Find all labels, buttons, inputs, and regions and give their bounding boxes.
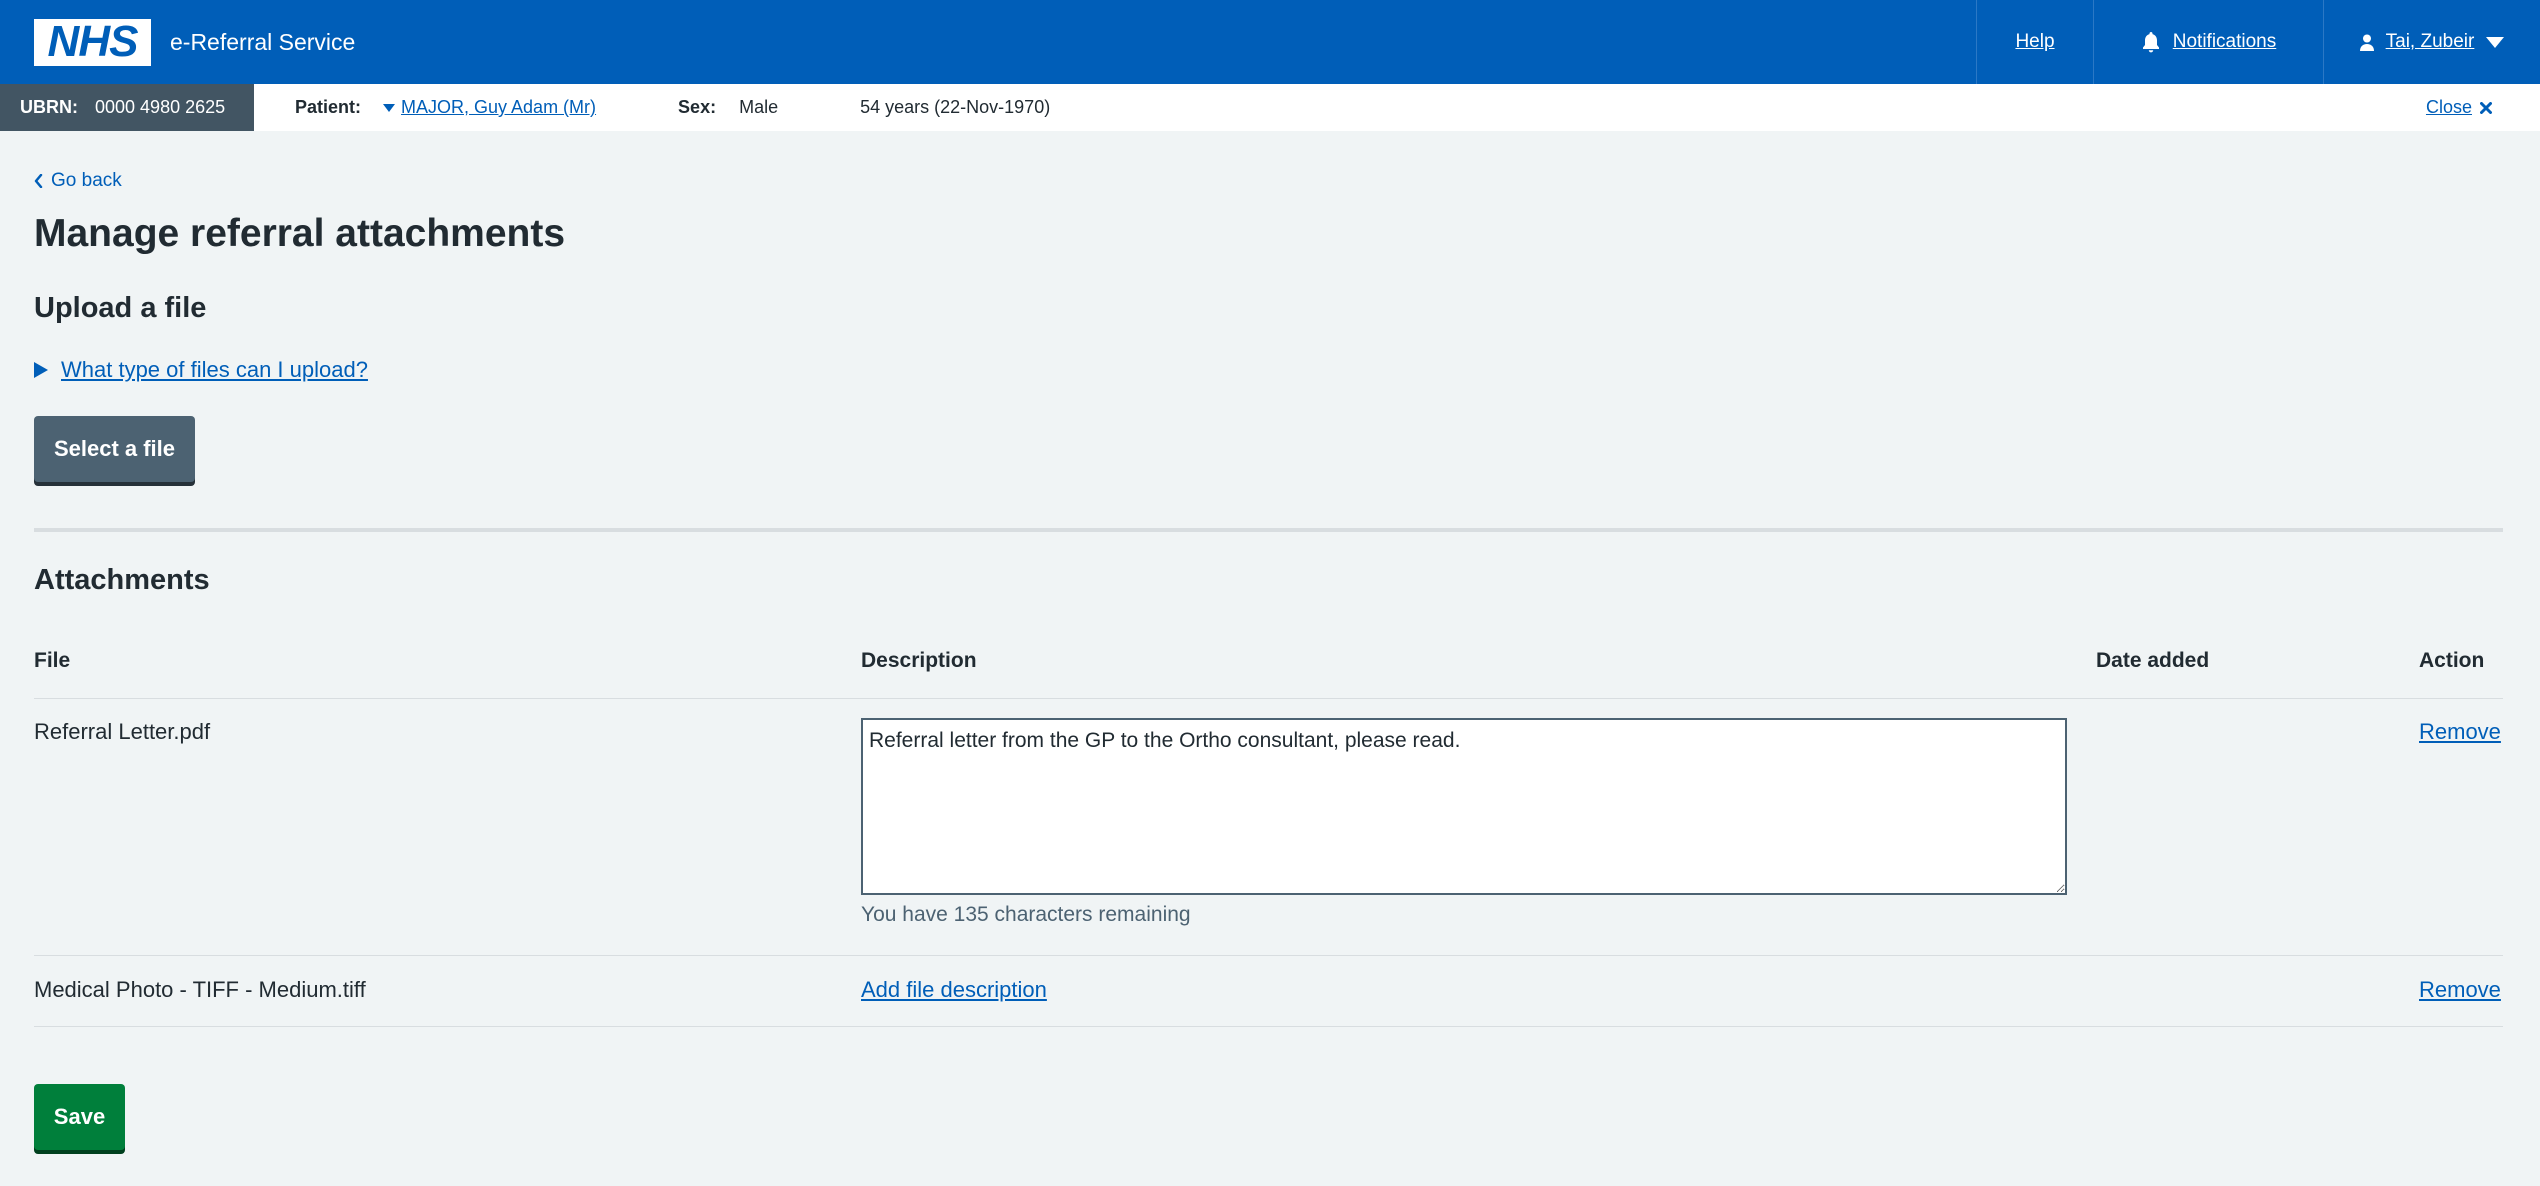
column-header-date-added: Date added <box>2096 649 2210 672</box>
bell-icon <box>2142 32 2159 53</box>
patient-banner: UBRN: 0000 4980 2625 Patient: MAJOR, Guy… <box>0 84 2540 131</box>
page-title: Manage referral attachments <box>34 212 566 255</box>
nhs-logo-text: NHS <box>47 17 139 66</box>
go-back-link[interactable]: Go back <box>51 170 122 192</box>
row-2-remove-link[interactable]: Remove <box>2419 977 2501 1003</box>
patient-label: Patient: <box>295 97 362 117</box>
chevron-down-icon[interactable] <box>2486 36 2505 48</box>
back-link-container: Go back <box>34 170 122 192</box>
user-name-link[interactable]: Tai, Zubeir <box>2386 31 2475 53</box>
patient-age: 54 years (22-Nov-1970) <box>860 97 1051 117</box>
patient-info: Patient: MAJOR, Guy Adam (Mr) <box>295 97 596 118</box>
file-types-link[interactable]: What type of files can I upload? <box>61 357 368 383</box>
help-nav-item: Help <box>1976 0 2093 84</box>
sex-label: Sex: <box>678 97 717 117</box>
close-patient: Close <box>2426 97 2492 118</box>
column-header-action: Action <box>2419 649 2485 672</box>
ubrn-value: 0000 4980 2625 <box>95 97 226 117</box>
header-nav: Help Notifications Tai, Zubeir <box>1976 0 2540 84</box>
select-file-button[interactable]: Select a file <box>34 416 195 482</box>
sex-value: Male <box>739 97 779 117</box>
triangle-right-icon <box>34 362 48 378</box>
notifications-nav-item: Notifications <box>2093 0 2323 84</box>
section-divider <box>34 528 2503 532</box>
row-2-add-description-link[interactable]: Add file description <box>861 977 1047 1003</box>
column-header-file: File <box>34 649 71 672</box>
caret-down-icon[interactable] <box>383 103 396 112</box>
user-menu[interactable]: Tai, Zubeir <box>2323 0 2540 84</box>
upload-heading: Upload a file <box>34 292 207 324</box>
row-1-file-name: Referral Letter.pdf <box>34 719 211 744</box>
close-icon[interactable] <box>2480 101 2492 114</box>
ubrn-label: UBRN: <box>20 97 78 117</box>
close-link[interactable]: Close <box>2426 97 2472 118</box>
ubrn-box: UBRN: 0000 4980 2625 <box>0 84 254 131</box>
file-types-details[interactable]: What type of files can I upload? <box>34 357 368 383</box>
chevron-left-icon <box>34 174 43 188</box>
patient-sex: Sex: Male <box>678 97 778 118</box>
row-1-remove-link[interactable]: Remove <box>2419 719 2501 745</box>
row-divider <box>34 955 2503 956</box>
save-button[interactable]: Save <box>34 1084 125 1150</box>
row-divider <box>34 1026 2503 1027</box>
site-header: NHS e-Referral Service Help Notification… <box>0 0 2540 84</box>
row-2-file-name: Medical Photo - TIFF - Medium.tiff <box>34 977 366 1002</box>
column-header-description: Description <box>861 649 977 672</box>
header-divider <box>34 698 2503 699</box>
row-1-description-textarea[interactable]: Referral letter from the GP to the Ortho… <box>861 718 2067 895</box>
attachments-heading: Attachments <box>34 564 210 596</box>
help-link[interactable]: Help <box>2015 31 2054 53</box>
user-icon <box>2359 34 2374 51</box>
notifications-link[interactable]: Notifications <box>2173 31 2277 53</box>
patient-name-link[interactable]: MAJOR, Guy Adam (Mr) <box>401 97 596 118</box>
service-name: e-Referral Service <box>170 28 356 55</box>
row-1-character-count: You have 135 characters remaining <box>861 903 1191 926</box>
nhs-logo[interactable]: NHS <box>34 17 151 66</box>
